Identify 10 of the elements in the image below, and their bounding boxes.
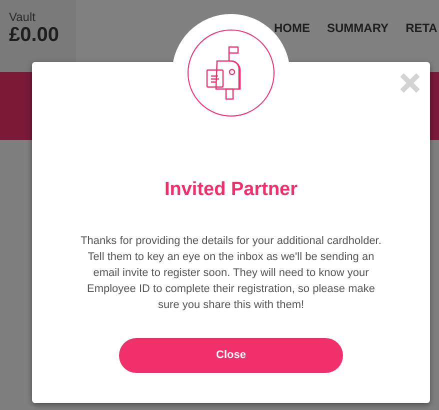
dialog-title: Invited Partner <box>164 178 298 202</box>
nav-link[interactable]: HOME <box>274 21 310 35</box>
mailbox-icon <box>187 29 275 117</box>
close-icon[interactable] <box>399 72 421 94</box>
vault-label: Vault <box>9 10 36 24</box>
nav-link[interactable]: RETA <box>406 21 438 35</box>
vault-balance: £0.00 <box>9 24 60 46</box>
close-button[interactable]: Close <box>119 338 343 372</box>
nav-link[interactable]: SUMMARY <box>327 21 389 35</box>
dialog-message: Thanks for providing the details for your additional cardholder. Tell them to key an eye on the inbox as we'll be sending an email invite to register soon. They will need to know your Employee ID to complete their registration, so please make sure you share this with them! <box>80 234 382 312</box>
